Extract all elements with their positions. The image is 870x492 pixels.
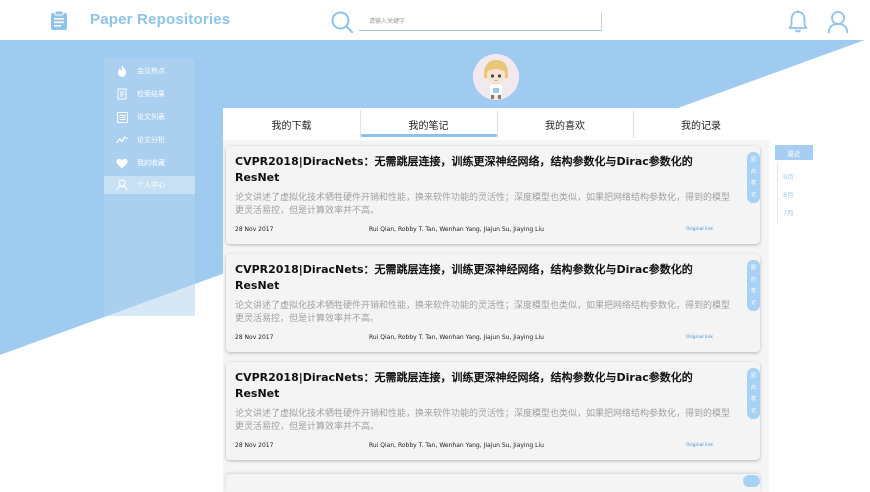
tag-char: 图	[750, 372, 756, 379]
tag-char: 记	[750, 300, 756, 307]
chart-icon	[116, 134, 128, 146]
sidebar-item-label: 论文分析	[137, 136, 165, 144]
timeline-head[interactable]: 最近	[775, 145, 813, 160]
timeline-item[interactable]: 7月	[783, 207, 794, 217]
tag-char: 的	[750, 168, 756, 175]
sidebar-item-paper-analysis[interactable]: 论文分析	[104, 131, 195, 149]
original-link[interactable]: Original link	[686, 443, 713, 448]
timeline-panel	[773, 140, 818, 492]
note-tag-bar[interactable]: 图 的 笔 记	[747, 152, 760, 203]
paper-title[interactable]: CVPR2018|DiracNets：无需跳层连接，训练更深神经网络，结构参数化…	[235, 262, 725, 294]
paper-authors: Rui Qian, Robby T. Tan, Wenhan Yang, Jia…	[369, 226, 544, 233]
note-tag-bar[interactable]: 图 的 笔 记	[747, 368, 760, 419]
tab-my-likes[interactable]: 我的喜欢	[497, 108, 633, 140]
sidebar-item-search-results[interactable]: 检索结果	[104, 85, 195, 103]
tag-char: 的	[750, 384, 756, 391]
note-card[interactable]: CVPR2018|DiracNets：无需跳层连接，训练更深神经网络，结构参数化…	[226, 254, 760, 352]
timeline-item[interactable]: 9月	[783, 171, 794, 181]
fire-icon	[116, 65, 128, 77]
active-tab-indicator	[361, 134, 497, 137]
search-icon[interactable]	[331, 11, 353, 33]
tag-char: 笔	[750, 288, 756, 295]
user-icon[interactable]	[827, 10, 849, 34]
top-header: Paper Repositories	[0, 0, 870, 40]
sidebar-item-label: 论文列表	[137, 113, 165, 121]
sidebar-item-label: 个人中心	[137, 181, 165, 189]
tag-char: 的	[750, 276, 756, 283]
heart-icon	[116, 157, 128, 169]
paper-abstract: 论文讲述了虚拟化技术牺牲硬件开销和性能，换来软件功能的灵活性；深度模型也类似，如…	[235, 301, 731, 324]
paper-abstract: 论文讲述了虚拟化技术牺牲硬件开销和性能，换来软件功能的灵活性；深度模型也类似，如…	[235, 409, 731, 432]
paper-date: 28 Nov 2017	[235, 442, 274, 449]
bell-icon[interactable]	[788, 10, 808, 34]
sidebar-item-label: 我的收藏	[137, 159, 165, 167]
paper-date: 28 Nov 2017	[235, 334, 274, 341]
tab-my-records[interactable]: 我的记录	[633, 108, 769, 140]
note-card-partial[interactable]	[226, 474, 760, 492]
tag-char: 图	[750, 156, 756, 163]
app-title[interactable]: Paper Repositories	[90, 11, 230, 28]
sidebar-item-my-favorites[interactable]: 我的收藏	[104, 154, 195, 172]
search-input[interactable]	[359, 12, 602, 31]
paper-date: 28 Nov 2017	[235, 226, 274, 233]
paper-title[interactable]: CVPR2018|DiracNets：无需跳层连接，训练更深神经网络，结构参数化…	[235, 370, 725, 402]
original-link[interactable]: Original link	[686, 227, 713, 232]
tag-char: 笔	[750, 396, 756, 403]
note-tag-bar[interactable]	[743, 475, 760, 487]
sidebar-item-label: 会议热点	[137, 67, 165, 75]
sidebar-item-conference-hotspots[interactable]: 会议热点	[104, 62, 195, 80]
timeline-line	[777, 163, 778, 223]
tag-char: 图	[750, 264, 756, 271]
original-link[interactable]: Original link	[686, 335, 713, 340]
note-card[interactable]: CVPR2018|DiracNets：无需跳层连接，训练更深神经网络，结构参数化…	[226, 362, 760, 460]
tag-char: 记	[750, 408, 756, 415]
paper-authors: Rui Qian, Robby T. Tan, Wenhan Yang, Jia…	[369, 442, 544, 449]
list-icon	[116, 111, 128, 123]
user-icon	[116, 179, 128, 191]
paper-authors: Rui Qian, Robby T. Tan, Wenhan Yang, Jia…	[369, 334, 544, 341]
sidebar: 会议热点 检索结果 论文列表 论文分析 我的收藏 个人中心	[104, 58, 195, 316]
tag-char: 记	[750, 192, 756, 199]
document-icon	[116, 88, 128, 100]
note-tag-bar[interactable]: 图 的 笔 记	[747, 260, 760, 311]
paper-abstract: 论文讲述了虚拟化技术牺牲硬件开销和性能，换来软件功能的灵活性；深度模型也类似，如…	[235, 193, 731, 216]
sidebar-item-personal-center[interactable]: 个人中心	[104, 176, 195, 194]
tab-my-downloads[interactable]: 我的下载	[223, 108, 360, 140]
paper-title[interactable]: CVPR2018|DiracNets：无需跳层连接，训练更深神经网络，结构参数化…	[235, 154, 725, 186]
timeline-item[interactable]: 8月	[783, 189, 794, 199]
sidebar-item-paper-list[interactable]: 论文列表	[104, 108, 195, 126]
note-card[interactable]: CVPR2018|DiracNets：无需跳层连接，训练更深神经网络，结构参数化…	[226, 146, 760, 244]
tag-char: 笔	[750, 180, 756, 187]
sidebar-item-label: 检索结果	[137, 90, 165, 98]
document-icon	[51, 11, 67, 30]
avatar[interactable]	[473, 54, 519, 100]
